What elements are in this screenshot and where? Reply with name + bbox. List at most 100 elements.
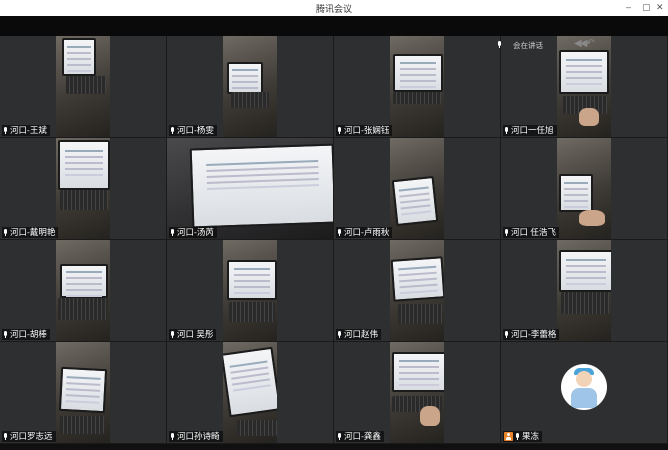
- participant-label: 河口-汤芮: [169, 227, 217, 238]
- participant-tile[interactable]: 河口 任浩飞: [501, 138, 668, 240]
- maximize-button[interactable]: ▢: [642, 2, 651, 13]
- mic-icon: [504, 229, 509, 236]
- laptop-screen: [223, 346, 277, 418]
- participant-tile[interactable]: 河口 吴彤: [167, 240, 334, 342]
- laptop-screen: [559, 174, 593, 212]
- avatar-face: [576, 371, 592, 387]
- participant-tile[interactable]: 河口罗志远: [0, 342, 167, 444]
- participant-tile[interactable]: 河口一任旭: [501, 36, 668, 138]
- laptop-screen: [393, 54, 443, 92]
- participant-label: 河口孙诗畸: [169, 431, 223, 442]
- laptop-screen: [392, 352, 444, 392]
- participant-name: 河口-龚鑫: [344, 431, 381, 441]
- participant-tile[interactable]: 河口-杨雯: [167, 36, 334, 138]
- participant-tile[interactable]: 河口-李蕾格: [501, 240, 668, 342]
- bottom-bar: [0, 444, 668, 450]
- meeting-toolbar: [0, 16, 668, 36]
- participant-tile[interactable]: 河口-汤芮: [167, 138, 334, 240]
- host-icon: [504, 432, 513, 441]
- participant-name: 河口-张娴钰: [344, 125, 390, 135]
- mic-icon: [3, 229, 8, 236]
- participant-name: 河口 任浩飞: [511, 227, 556, 237]
- minimize-button[interactable]: –: [626, 2, 631, 12]
- laptop-keyboard: [229, 302, 275, 322]
- laptop-keyboard: [60, 416, 104, 434]
- participant-label: 河口-戴明艳: [2, 227, 59, 238]
- participant-label: 河口 吴彤: [169, 329, 217, 340]
- camera-feed: [390, 240, 444, 341]
- laptop-keyboard: [393, 92, 441, 104]
- camera-feed: [557, 36, 611, 137]
- participant-label: 河口 任浩飞: [503, 227, 559, 238]
- mic-icon: [504, 331, 509, 338]
- camera-feed: [223, 240, 277, 341]
- participant-name: 河口-卢雨秋: [344, 227, 390, 237]
- page-nav-arrows[interactable]: ◀◀ ↶: [574, 38, 594, 49]
- participant-name: 河口一任旭: [511, 125, 554, 135]
- participant-name: 河口-汤芮: [177, 227, 214, 237]
- participant-tile[interactable]: 河口-王斌: [0, 36, 167, 138]
- laptop-keyboard: [231, 92, 269, 108]
- mic-icon: [504, 127, 509, 134]
- laptop-keyboard: [60, 190, 108, 210]
- participant-name: 河口孙诗畸: [177, 431, 220, 441]
- hand: [579, 108, 599, 126]
- video-grid: 河口-王斌 河口-杨雯 河口-张娴钰 河口一任旭 河口-戴明艳 河口-汤芮 河口…: [0, 36, 668, 444]
- participant-name: 河口赵伟: [344, 329, 379, 339]
- laptop-screen: [62, 38, 96, 76]
- camera-feed: [167, 138, 333, 239]
- speaker-mic-icon: [497, 41, 502, 48]
- participant-label: 河口-杨雯: [169, 125, 217, 136]
- participant-tile[interactable]: 河口-龚鑫: [334, 342, 501, 444]
- participant-label: 河口一任旭: [503, 125, 557, 136]
- laptop-keyboard: [237, 420, 277, 436]
- mic-icon: [3, 433, 8, 440]
- participant-label: 河口赵伟: [336, 329, 382, 340]
- camera-feed: [56, 342, 110, 443]
- laptop-screen: [391, 175, 439, 227]
- mic-icon: [337, 433, 342, 440]
- laptop-keyboard: [561, 292, 609, 314]
- participant-name: 河口-胡棒: [10, 329, 47, 339]
- laptop-screen: [390, 256, 444, 302]
- participant-label: 河口-王斌: [2, 125, 50, 136]
- camera-feed: [56, 240, 110, 341]
- hand: [579, 210, 605, 226]
- avatar: [561, 364, 607, 410]
- participant-tile[interactable]: 河口赵伟: [334, 240, 501, 342]
- close-button[interactable]: ✕: [656, 2, 664, 13]
- participant-name: 河口-杨雯: [177, 125, 214, 135]
- laptop-screen: [227, 62, 263, 94]
- participant-tile[interactable]: 河口-胡棒: [0, 240, 167, 342]
- participant-name: 河口-王斌: [10, 125, 47, 135]
- participant-name: 河口 吴彤: [177, 329, 214, 339]
- participant-tile[interactable]: 河口-戴明艳: [0, 138, 167, 240]
- participant-tile[interactable]: 果冻: [501, 342, 668, 444]
- camera-feed: [223, 342, 277, 443]
- camera-feed: [56, 138, 110, 239]
- laptop-screen: [58, 140, 110, 190]
- participant-label: 河口-龚鑫: [336, 431, 384, 442]
- camera-feed: [56, 36, 110, 137]
- participant-name: 河口-戴明艳: [10, 227, 56, 237]
- participant-label: 河口-卢雨秋: [336, 227, 393, 238]
- camera-feed: [390, 138, 444, 239]
- laptop-screen: [227, 260, 277, 300]
- laptop-keyboard: [58, 298, 108, 320]
- participant-tile[interactable]: 河口-卢雨秋: [334, 138, 501, 240]
- title-bar: 腾讯会议 – ▢ ✕: [0, 0, 668, 17]
- participant-label: 河口-胡棒: [2, 329, 50, 340]
- participant-label: 果冻: [503, 431, 543, 442]
- avatar-body: [571, 388, 597, 408]
- mic-icon: [170, 229, 175, 236]
- participant-tile[interactable]: 河口-张娴钰: [334, 36, 501, 138]
- mic-icon: [170, 331, 175, 338]
- hand: [420, 406, 440, 426]
- mic-icon: [337, 127, 342, 134]
- camera-feed: [557, 138, 611, 239]
- participant-label: 河口罗志远: [2, 431, 56, 442]
- camera-feed: [390, 342, 444, 443]
- camera-feed: [390, 36, 444, 137]
- mic-icon: [3, 127, 8, 134]
- participant-tile[interactable]: 河口孙诗畸: [167, 342, 334, 444]
